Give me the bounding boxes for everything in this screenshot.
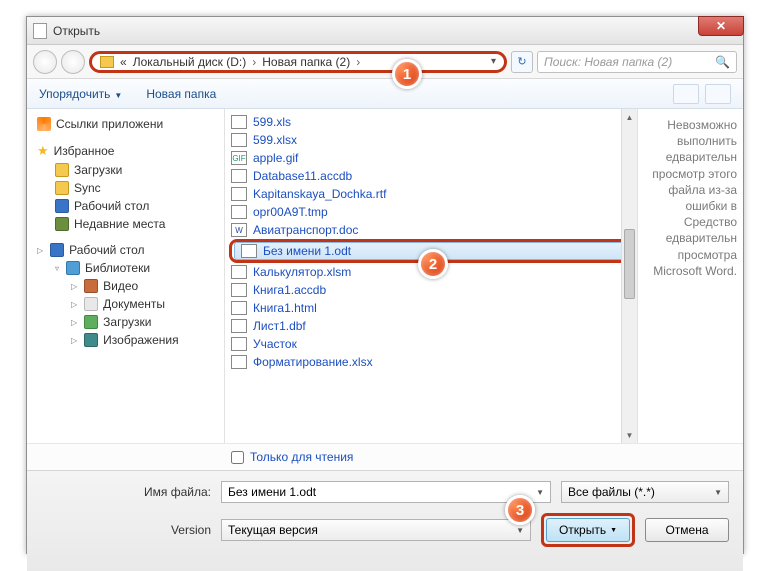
filename-input[interactable]: Без имени 1.odt▼ xyxy=(221,481,551,503)
new-folder-button[interactable]: Новая папка xyxy=(146,87,216,101)
folder-icon xyxy=(84,315,98,329)
file-row[interactable]: Kapitanskaya_Dochka.rtf xyxy=(225,185,637,203)
sidebar-downloads2[interactable]: ▷Загрузки xyxy=(33,313,224,331)
sidebar-desktop[interactable]: Рабочий стол xyxy=(33,197,224,215)
file-row[interactable]: Книга1.accdb xyxy=(225,281,637,299)
desktop-icon xyxy=(55,199,69,213)
callout-2: 2 xyxy=(418,249,448,279)
nav-row: « Локальный диск (D:) › Новая папка (2) … xyxy=(27,45,743,79)
version-label: Version xyxy=(41,523,211,537)
xls-icon xyxy=(231,115,247,129)
breadcrumb-sep: › xyxy=(252,55,256,69)
sidebar-sync[interactable]: Sync xyxy=(33,179,224,197)
callout-3: 3 xyxy=(505,495,535,525)
desktop-icon xyxy=(50,243,64,257)
file-row[interactable]: Лист1.dbf xyxy=(225,317,637,335)
dbf-icon xyxy=(231,319,247,333)
breadcrumb-sep: › xyxy=(356,55,360,69)
search-icon: 🔍 xyxy=(715,55,730,69)
cancel-button[interactable]: Отмена xyxy=(645,518,729,542)
video-icon xyxy=(84,279,98,293)
recent-icon xyxy=(55,217,69,231)
breadcrumb-seg2[interactable]: Новая папка (2) xyxy=(262,55,350,69)
organize-menu[interactable]: Упорядочить▼ xyxy=(39,87,122,101)
toolbar: Упорядочить▼ Новая папка xyxy=(27,79,743,109)
sidebar: Ссылки приложени ★Избранное Загрузки Syn… xyxy=(27,109,225,443)
folder-icon xyxy=(55,181,69,195)
xlsx-icon xyxy=(231,133,247,147)
rtf-icon xyxy=(231,187,247,201)
filename-label: Имя файла: xyxy=(41,485,211,499)
preview-pane: Невозможно выполнить едварительн просмот… xyxy=(637,109,743,443)
xlsx-icon xyxy=(231,355,247,369)
file-row[interactable]: Форматирование.xlsx xyxy=(225,353,637,371)
callout-1: 1 xyxy=(392,59,422,89)
footer: Имя файла: Без имени 1.odt▼ Все файлы (*… xyxy=(27,470,743,571)
star-icon: ★ xyxy=(37,143,49,159)
open-button[interactable]: Открыть▼ xyxy=(546,518,630,542)
file-row[interactable]: opr00A9T.tmp xyxy=(225,203,637,221)
chevron-down-icon[interactable]: ▾ xyxy=(491,56,496,67)
open-dialog: Открыть ✕ « Локальный диск (D:) › Новая … xyxy=(26,16,744,554)
library-icon xyxy=(66,261,80,275)
odt-icon xyxy=(241,244,257,258)
scroll-up-icon[interactable]: ▲ xyxy=(622,109,637,125)
images-icon xyxy=(84,333,98,347)
file-row[interactable]: Книга1.html xyxy=(225,299,637,317)
sidebar-images[interactable]: ▷Изображения xyxy=(33,331,224,349)
close-button[interactable]: ✕ xyxy=(698,16,744,36)
readonly-label: Только для чтения xyxy=(250,450,353,464)
file-row[interactable]: GIFapple.gif xyxy=(225,149,637,167)
document-icon xyxy=(84,297,98,311)
window-title: Открыть xyxy=(53,24,100,38)
document-icon xyxy=(33,23,47,39)
breadcrumb-chev: « xyxy=(120,55,127,69)
open-highlight: Открыть▼ xyxy=(541,513,635,547)
search-placeholder: Поиск: Новая папка (2) xyxy=(544,55,672,69)
readonly-checkbox[interactable] xyxy=(231,451,244,464)
sidebar-app-links[interactable]: Ссылки приложени xyxy=(33,115,224,133)
forward-button[interactable] xyxy=(61,50,85,74)
view-button[interactable] xyxy=(673,84,699,104)
scroll-down-icon[interactable]: ▼ xyxy=(622,427,637,443)
version-combo[interactable]: Текущая версия▼ xyxy=(221,519,531,541)
readonly-row: Только для чтения xyxy=(27,443,743,470)
dialog-body: Ссылки приложени ★Избранное Загрузки Syn… xyxy=(27,109,743,443)
file-row[interactable]: 599.xlsx xyxy=(225,131,637,149)
doc-icon: W xyxy=(231,223,247,237)
tmp-icon xyxy=(231,205,247,219)
refresh-button[interactable]: ↻ xyxy=(511,51,533,73)
titlebar: Открыть ✕ xyxy=(27,17,743,45)
file-row[interactable]: 599.xls xyxy=(225,113,637,131)
breadcrumb-seg1[interactable]: Локальный диск (D:) xyxy=(133,55,247,69)
gif-icon: GIF xyxy=(231,151,247,165)
breadcrumb[interactable]: « Локальный диск (D:) › Новая папка (2) … xyxy=(89,51,507,73)
accdb-icon xyxy=(231,169,247,183)
sidebar-video[interactable]: ▷Видео xyxy=(33,277,224,295)
sidebar-recent[interactable]: Недавние места xyxy=(33,215,224,233)
xlsm-icon xyxy=(231,265,247,279)
back-button[interactable] xyxy=(33,50,57,74)
accdb-icon xyxy=(231,283,247,297)
sidebar-downloads[interactable]: Загрузки xyxy=(33,161,224,179)
file-row[interactable]: Участок xyxy=(225,335,637,353)
xlsx-icon xyxy=(231,337,247,351)
file-row[interactable]: WАвиатранспорт.doc xyxy=(225,221,637,239)
filetype-combo[interactable]: Все файлы (*.*)▼ xyxy=(561,481,729,503)
sidebar-desktop2[interactable]: ▷Рабочий стол xyxy=(33,241,224,259)
vlc-icon xyxy=(37,117,51,131)
folder-icon xyxy=(55,163,69,177)
folder-icon xyxy=(100,56,114,68)
scrollbar[interactable]: ▲ ▼ xyxy=(621,109,637,443)
sidebar-libraries[interactable]: ▿Библиотеки xyxy=(33,259,224,277)
file-row[interactable]: Database11.accdb xyxy=(225,167,637,185)
scroll-thumb[interactable] xyxy=(624,229,635,299)
html-icon xyxy=(231,301,247,315)
sidebar-favorites[interactable]: ★Избранное xyxy=(33,141,224,161)
preview-text: Невозможно выполнить едварительн просмот… xyxy=(644,117,737,279)
help-button[interactable] xyxy=(705,84,731,104)
sidebar-documents[interactable]: ▷Документы xyxy=(33,295,224,313)
search-input[interactable]: Поиск: Новая папка (2) 🔍 xyxy=(537,51,737,73)
